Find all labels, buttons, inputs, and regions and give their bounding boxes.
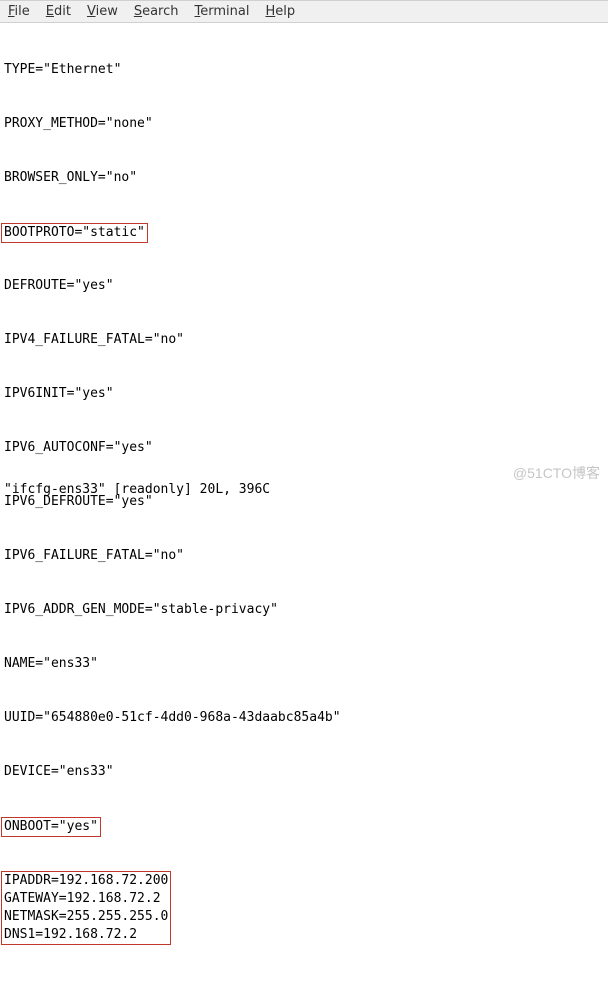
editor-area[interactable]: TYPE="Ethernet" PROXY_METHOD="none" BROW…: [0, 23, 608, 1006]
highlight-onboot: ONBOOT="yes": [1, 817, 101, 837]
empty-line: [4, 981, 604, 999]
menu-file[interactable]: File: [8, 4, 30, 19]
config-line: PROXY_METHOD="none": [4, 115, 604, 133]
config-line: TYPE="Ethernet": [4, 61, 604, 79]
menu-view[interactable]: View: [87, 4, 118, 19]
config-line: DEFROUTE="yes": [4, 277, 604, 295]
config-line: NAME="ens33": [4, 655, 604, 673]
menu-help[interactable]: Help: [265, 4, 295, 19]
config-line: IPV6_ADDR_GEN_MODE="stable-privacy": [4, 601, 604, 619]
highlight-network-block: IPADDR=192.168.72.200 GATEWAY=192.168.72…: [1, 871, 171, 945]
menubar: File Edit View Search Terminal Help: [0, 0, 608, 23]
watermark: @51CTO博客: [513, 463, 600, 483]
config-line: IPV4_FAILURE_FATAL="no": [4, 331, 604, 349]
menu-search[interactable]: Search: [134, 4, 179, 19]
highlight-bootproto: BOOTPROTO="static": [1, 223, 148, 243]
config-line: IPADDR=192.168.72.200 GATEWAY=192.168.72…: [4, 871, 604, 945]
config-line: BROWSER_ONLY="no": [4, 169, 604, 187]
config-line: IPV6_AUTOCONF="yes": [4, 439, 604, 457]
config-line: IPV6_FAILURE_FATAL="no": [4, 547, 604, 565]
menu-edit[interactable]: Edit: [46, 4, 71, 19]
vim-status-line: "ifcfg-ens33" [readonly] 20L, 396C: [4, 482, 270, 497]
config-line: BOOTPROTO="static": [4, 223, 604, 241]
config-line: ONBOOT="yes": [4, 817, 604, 835]
menu-terminal[interactable]: Terminal: [195, 4, 250, 19]
config-line: DEVICE="ens33": [4, 763, 604, 781]
config-line: IPV6INIT="yes": [4, 385, 604, 403]
config-line: UUID="654880e0-51cf-4dd0-968a-43daabc85a…: [4, 709, 604, 727]
